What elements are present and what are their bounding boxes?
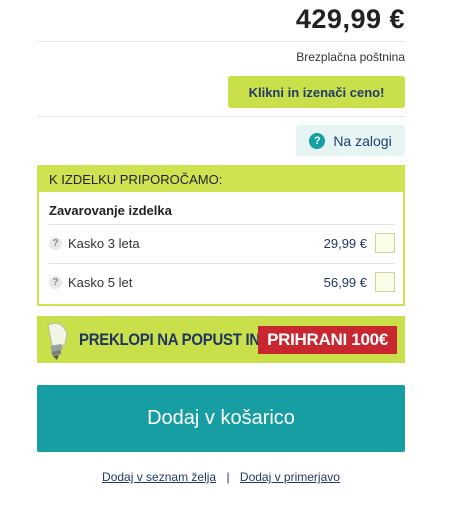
product-price: 429,99 €: [295, 4, 405, 34]
divider: [37, 116, 405, 117]
link-separator: |: [226, 470, 230, 484]
add-to-cart-button[interactable]: Dodaj v košarico: [37, 385, 405, 452]
option-checkbox[interactable]: [375, 233, 395, 253]
divider: [49, 224, 395, 225]
insurance-title: Zavarovanje izdelka: [49, 203, 172, 218]
insurance-option: ? Kasko 5 let 56,99 €: [49, 270, 395, 294]
help-icon[interactable]: ?: [49, 236, 62, 250]
option-label: Kasko 3 leta: [68, 235, 140, 251]
option-price: 56,99 €: [323, 274, 367, 290]
option-checkbox[interactable]: [375, 272, 395, 292]
promo-text: PREKLOPI NA POPUST IN: [79, 329, 260, 349]
promo-badge: PRIHRANI 100€: [258, 326, 397, 354]
add-to-compare-link[interactable]: Dodaj v primerjavo: [240, 470, 340, 484]
stock-label: Na zalogi: [333, 132, 392, 149]
lightbulb-icon: [37, 316, 77, 363]
divider: [49, 263, 395, 264]
divider: [37, 41, 405, 42]
price-match-button[interactable]: Klikni in izenači ceno!: [228, 76, 405, 108]
insurance-option: ? Kasko 3 leta 29,99 €: [49, 231, 395, 255]
recommendations-box: K IZDELKU PRIPOROČAMO: Zavarovanje izdel…: [37, 165, 405, 306]
shipping-info: Brezplačna poštnina: [296, 50, 405, 64]
add-to-wishlist-link[interactable]: Dodaj v seznam želja: [102, 470, 216, 484]
option-price: 29,99 €: [323, 235, 367, 251]
recommendations-header: K IZDELKU PRIPOROČAMO:: [39, 167, 403, 192]
option-label: Kasko 5 let: [68, 274, 133, 290]
stock-badge[interactable]: ? Na zalogi: [296, 125, 405, 156]
promo-banner[interactable]: PREKLOPI NA POPUST IN PRIHRANI 100€: [37, 316, 405, 363]
help-icon[interactable]: ?: [49, 275, 62, 289]
question-icon: ?: [309, 132, 326, 149]
secondary-links: Dodaj v seznam želja | Dodaj v primerjav…: [37, 470, 405, 484]
